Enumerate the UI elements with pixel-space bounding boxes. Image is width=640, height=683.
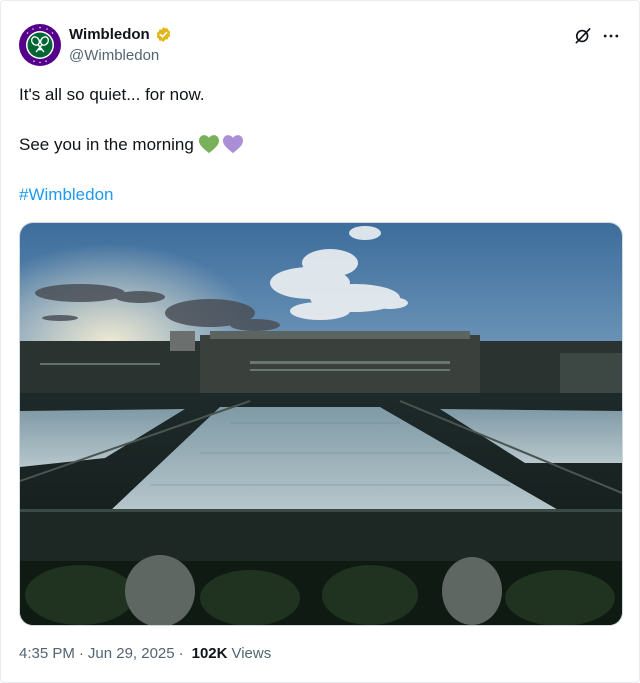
author-name-row: Wimbledon [69, 26, 172, 43]
tweet-photo[interactable] [19, 222, 623, 626]
tweet-line-2: See you in the morning [19, 133, 244, 157]
tweet-card: Wimbledon @Wimbledon It's all so quiet..… [0, 0, 640, 683]
grok-button[interactable] [571, 24, 595, 48]
wimbledon-logo-icon [19, 24, 61, 66]
grok-icon [575, 28, 591, 44]
gold-verified-badge-icon [156, 27, 170, 42]
purple-heart-icon [222, 135, 243, 154]
separator: · [178, 645, 184, 662]
avatar[interactable] [19, 24, 61, 66]
display-name[interactable]: Wimbledon [69, 26, 150, 43]
views-label: Views [231, 645, 272, 662]
tweet-date[interactable]: Jun 29, 2025 [88, 645, 175, 662]
tweet-time[interactable]: 4:35 PM [19, 645, 75, 662]
tweet-meta: 4:35 PM · Jun 29, 2025 · 102K Views [19, 645, 271, 662]
handle[interactable]: @Wimbledon [69, 47, 159, 64]
separator: · [78, 645, 84, 662]
tweet-line-2-text: See you in the morning [19, 135, 194, 154]
covered-courts-photo [20, 223, 622, 625]
hashtag-link[interactable]: #Wimbledon [19, 183, 114, 207]
views-count: 102K [191, 645, 228, 662]
green-heart-icon [198, 135, 219, 154]
more-options-icon [603, 34, 619, 38]
more-options-button[interactable] [599, 24, 623, 48]
tweet-line-1: It's all so quiet... for now. [19, 85, 205, 104]
